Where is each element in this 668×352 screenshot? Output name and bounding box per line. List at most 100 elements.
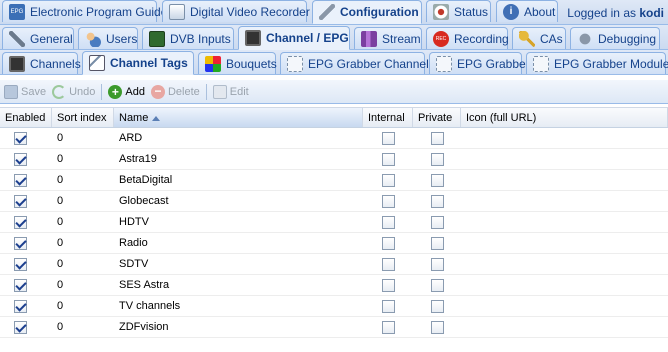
tab-stream[interactable]: Stream: [354, 27, 422, 49]
enabled-checkbox[interactable]: [14, 173, 27, 187]
private-checkbox[interactable]: [430, 152, 444, 166]
name-cell[interactable]: ARD: [114, 132, 363, 144]
col-private[interactable]: Private: [413, 108, 461, 127]
name-cell[interactable]: Radio: [114, 237, 363, 249]
tab-dvb-inputs[interactable]: DVB Inputs: [142, 27, 234, 49]
enabled-checkbox[interactable]: [14, 152, 27, 166]
table-row[interactable]: 0 ZDFvision: [0, 317, 668, 338]
tab-channel-epg[interactable]: Channel / EPG: [238, 26, 350, 50]
col-sort-index[interactable]: Sort index: [52, 108, 114, 127]
internal-checkbox[interactable]: [381, 131, 395, 145]
table-row[interactable]: 0 BetaDigital: [0, 170, 668, 191]
col-icon-url[interactable]: Icon (full URL): [461, 108, 668, 127]
add-button[interactable]: + Add: [108, 84, 145, 99]
enabled-checkbox[interactable]: [14, 194, 27, 208]
name-cell[interactable]: Globecast: [114, 195, 363, 207]
enabled-cell: [0, 152, 52, 166]
enabled-checkbox[interactable]: [14, 257, 27, 271]
key-icon: [519, 30, 535, 47]
col-enabled[interactable]: Enabled: [0, 108, 52, 127]
tv-icon: [245, 30, 261, 46]
sort-index-cell[interactable]: 0: [52, 195, 114, 207]
internal-checkbox[interactable]: [381, 278, 395, 292]
sort-index-cell[interactable]: 0: [52, 153, 114, 165]
table-row[interactable]: 0 SDTV: [0, 254, 668, 275]
table-row[interactable]: 0 Radio: [0, 233, 668, 254]
private-checkbox[interactable]: [430, 173, 444, 187]
sort-index-cell[interactable]: 0: [52, 321, 114, 333]
internal-checkbox[interactable]: [381, 257, 395, 271]
tab-users[interactable]: Users: [78, 27, 138, 49]
name-cell[interactable]: BetaDigital: [114, 174, 363, 186]
edit-button[interactable]: Edit: [212, 84, 249, 99]
internal-checkbox[interactable]: [381, 299, 395, 313]
delete-button[interactable]: − Delete: [150, 84, 200, 99]
tab-about[interactable]: i About: [496, 0, 558, 22]
tab-epg-grabber[interactable]: EPG Grabber: [429, 52, 530, 74]
tab-dvr[interactable]: Digital Video Recorder: [162, 0, 310, 22]
enabled-checkbox[interactable]: [14, 278, 27, 292]
table-row[interactable]: 0 Globecast: [0, 191, 668, 212]
internal-checkbox[interactable]: [381, 173, 395, 187]
table-row[interactable]: 0 ARD: [0, 128, 668, 149]
enabled-checkbox[interactable]: [14, 320, 27, 334]
col-internal[interactable]: Internal: [363, 108, 413, 127]
name-cell[interactable]: SES Astra: [114, 279, 363, 291]
col-name[interactable]: Name: [114, 108, 363, 127]
enabled-checkbox[interactable]: [14, 299, 27, 313]
tab-cas[interactable]: CAs: [512, 27, 566, 49]
private-checkbox[interactable]: [430, 278, 444, 292]
internal-checkbox[interactable]: [381, 236, 395, 250]
internal-checkbox[interactable]: [381, 194, 395, 208]
tab-epg-grabber-channels[interactable]: EPG Grabber Channels: [280, 52, 435, 74]
tab-users-label: Users: [106, 31, 138, 46]
tab-recording[interactable]: REC Recording: [426, 27, 509, 49]
enabled-checkbox[interactable]: [14, 131, 27, 145]
internal-checkbox[interactable]: [381, 320, 395, 334]
internal-checkbox[interactable]: [381, 215, 395, 229]
tab-debugging[interactable]: Debugging: [570, 27, 660, 49]
delete-label: Delete: [167, 85, 200, 98]
col-name-label: Name: [119, 112, 149, 124]
private-checkbox[interactable]: [430, 257, 444, 271]
name-cell[interactable]: ZDFvision: [114, 321, 363, 333]
internal-checkbox[interactable]: [381, 152, 395, 166]
table-row[interactable]: 0 TV channels: [0, 296, 668, 317]
internal-cell: [363, 278, 413, 292]
save-button[interactable]: Save: [4, 84, 46, 99]
tab-status[interactable]: Status: [426, 0, 491, 22]
tab-epg-grabber-modules[interactable]: EPG Grabber Modules: [526, 52, 668, 74]
sort-index-cell[interactable]: 0: [52, 174, 114, 186]
sort-index-cell[interactable]: 0: [52, 279, 114, 291]
sort-index-cell[interactable]: 0: [52, 300, 114, 312]
enabled-checkbox[interactable]: [14, 215, 27, 229]
sort-index-cell[interactable]: 0: [52, 216, 114, 228]
edit-label: Edit: [229, 85, 249, 98]
private-checkbox[interactable]: [430, 236, 444, 250]
undo-button[interactable]: Undo: [52, 84, 95, 99]
sort-index-cell[interactable]: 0: [52, 132, 114, 144]
tab-epg[interactable]: EPG Electronic Program Guide: [2, 0, 167, 22]
private-checkbox[interactable]: [430, 320, 444, 334]
save-icon: [4, 84, 18, 99]
sort-index-cell[interactable]: 0: [52, 258, 114, 270]
name-cell[interactable]: SDTV: [114, 258, 363, 270]
name-cell[interactable]: HDTV: [114, 216, 363, 228]
tab-channels[interactable]: Channels: [2, 52, 81, 74]
private-checkbox[interactable]: [430, 194, 444, 208]
private-checkbox[interactable]: [430, 131, 444, 145]
enabled-checkbox[interactable]: [14, 236, 27, 250]
name-cell[interactable]: Astra19: [114, 153, 363, 165]
sort-index-cell[interactable]: 0: [52, 237, 114, 249]
table-row[interactable]: 0 Astra19: [0, 149, 668, 170]
table-row[interactable]: 0 SES Astra: [0, 275, 668, 296]
tab-configuration[interactable]: Configuration: [312, 0, 422, 24]
private-checkbox[interactable]: [430, 299, 444, 313]
tv-icon: [9, 55, 25, 72]
tab-general[interactable]: General: [2, 27, 74, 49]
table-row[interactable]: 0 HDTV: [0, 212, 668, 233]
private-checkbox[interactable]: [430, 215, 444, 229]
name-cell[interactable]: TV channels: [114, 300, 363, 312]
tab-channel-tags[interactable]: Channel Tags: [82, 51, 194, 75]
tab-bouquets[interactable]: Bouquets: [198, 52, 277, 74]
